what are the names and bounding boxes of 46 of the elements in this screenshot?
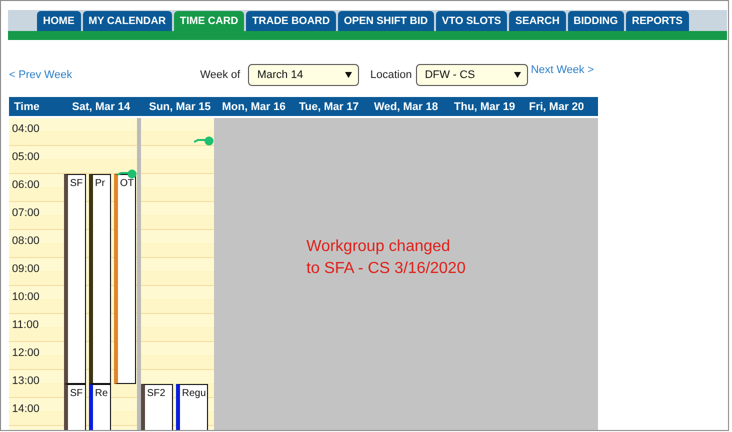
nav-tab[interactable]: HOME [37,11,80,31]
hour-label: 07:00 [11,206,41,221]
workgroup-notice: Workgroup changed to SFA - CS 3/16/2020 [306,237,466,279]
shift-block[interactable]: SF2 [141,384,173,430]
shift-block[interactable]: SF [64,384,86,430]
caret-icon [514,72,521,78]
hour-label: 11:00 [11,318,40,333]
caret-icon [345,72,352,78]
time-marker-icon [117,169,137,179]
hour-label: 12:00 [11,346,41,361]
hour-label: 06:00 [11,178,41,193]
hour-label: 09:00 [11,262,41,277]
shift-block[interactable]: SF [64,174,86,384]
column-header: Time [13,100,40,112]
nav-tab[interactable]: VTO SLOTS [436,11,508,31]
nav-tab[interactable]: TIME CARD [174,11,244,31]
nav-tab[interactable]: TRADE BOARD [246,11,336,31]
nav-tab[interactable]: MY CALENDAR [82,11,172,31]
column-header: Sun, Mar 15 [148,100,212,112]
nav-tab[interactable]: SEARCH [509,11,566,31]
hour-label: 13:00 [11,374,41,389]
column-header: Sat, Mar 14 [71,100,132,112]
week-label: Week of [200,69,240,81]
hour-label: 04:00 [11,122,41,137]
shift-block[interactable]: Regu [176,384,208,430]
shift-block[interactable]: Pr [89,174,111,384]
column-header: Thu, Mar 19 [453,100,516,112]
shift-block[interactable]: Re [89,384,111,430]
nav-tab[interactable]: OPEN SHIFT BID [338,11,434,31]
location-label: Location [370,69,412,81]
shift-block[interactable]: OT [114,174,136,384]
column-header: Mon, Mar 16 [221,100,287,112]
hour-label: 14:00 [11,402,41,417]
week-select[interactable]: March 14 [248,64,360,86]
nav-tab[interactable]: BIDDING [568,11,624,31]
prev-week-link[interactable]: < Prev Week [9,69,72,81]
location-select[interactable]: DFW - CS [416,64,528,86]
hour-label: 10:00 [11,290,41,305]
column-header: Fri, Mar 20 [528,100,586,112]
hour-label: 08:00 [11,234,41,249]
column-header: Wed, Mar 18 [373,100,439,112]
time-marker-icon [194,136,214,146]
nav-tab[interactable]: REPORTS [626,11,689,31]
column-header: Tue, Mar 17 [298,100,360,112]
next-week-link[interactable]: Next Week > [530,64,594,76]
hour-label: 05:00 [11,150,41,165]
